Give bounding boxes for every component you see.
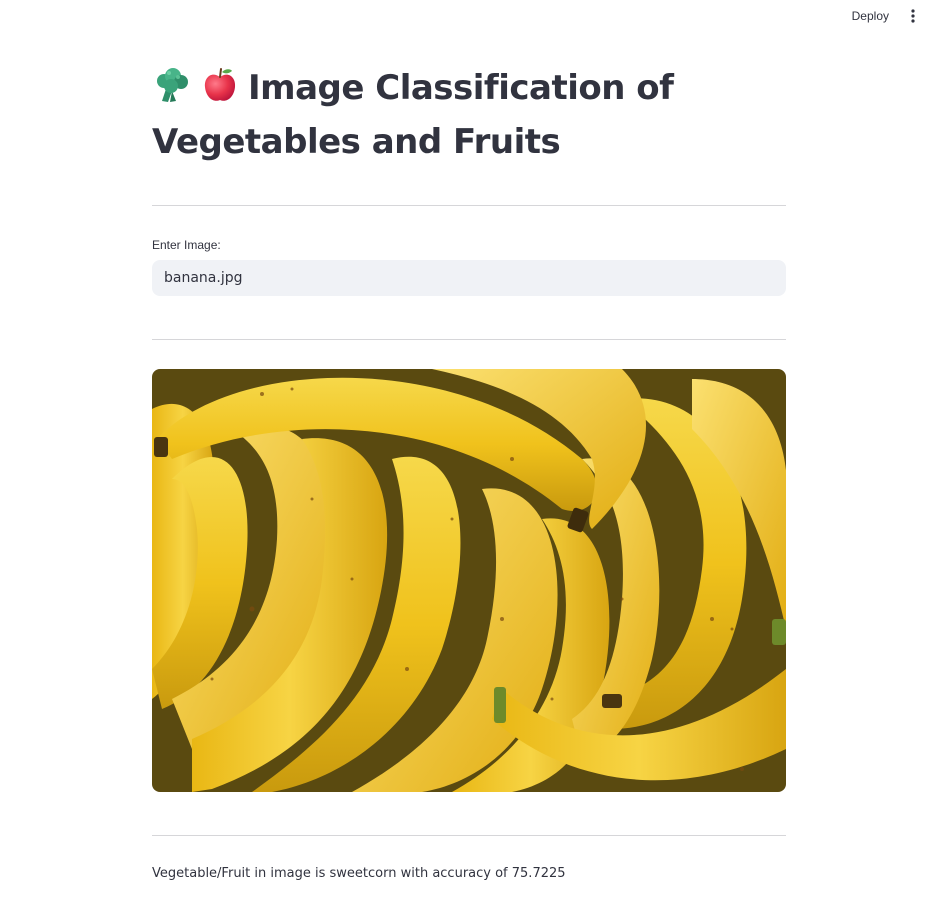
main-menu-button[interactable] xyxy=(903,4,923,28)
page-title: Image Classification of Vegetables and F… xyxy=(152,64,786,166)
divider xyxy=(152,835,786,836)
divider xyxy=(152,339,786,340)
apple-icon xyxy=(200,65,240,118)
image-input-label: Enter Image: xyxy=(152,238,221,252)
uploaded-image xyxy=(152,369,786,792)
image-filename-input[interactable] xyxy=(152,260,786,296)
banana-photo xyxy=(152,369,786,792)
broccoli-icon xyxy=(152,65,192,118)
prediction-result: Vegetable/Fruit in image is sweetcorn wi… xyxy=(152,866,566,881)
deploy-button[interactable]: Deploy xyxy=(842,5,899,27)
vertical-ellipsis-icon xyxy=(911,9,915,23)
app-toolbar: Deploy xyxy=(842,0,929,32)
divider xyxy=(152,205,786,206)
